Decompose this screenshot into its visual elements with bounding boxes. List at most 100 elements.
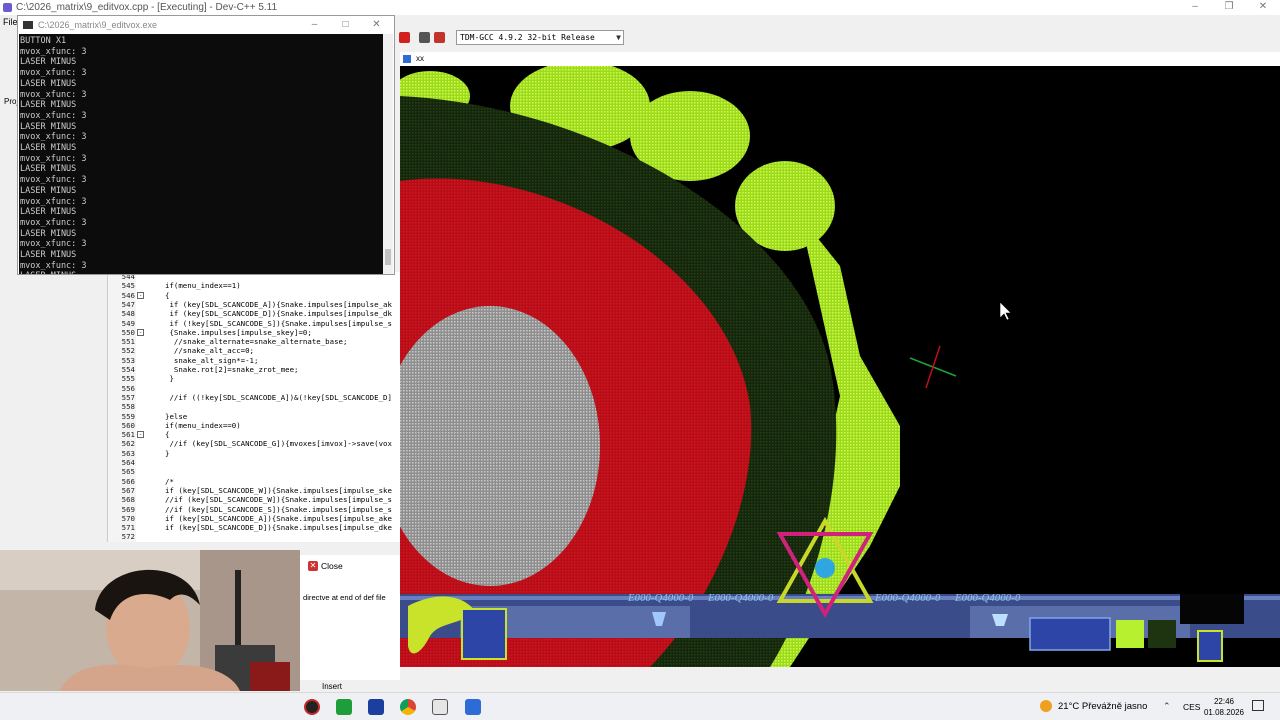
code-text: snake_alt_sign*=-1; [165, 355, 259, 365]
console-line: mvox_xfunc: 3 [20, 260, 87, 271]
hud-counter: E000-Q4000-0 [875, 593, 941, 604]
chrome-app-icon[interactable] [400, 699, 416, 715]
line-number: 571 [121, 523, 135, 533]
code-line: 546- { [108, 291, 400, 300]
hud-counter: E000-Q4000-0 [955, 593, 1021, 604]
code-text: { [165, 430, 170, 440]
fold-toggle-icon[interactable]: - [137, 291, 144, 299]
windows-taskbar: 21°C Převážně jasno ⌃ CES 22:46 01.08.20… [0, 692, 1280, 720]
console-line: LASER MINUS [20, 78, 77, 89]
line-number: 550 [121, 327, 135, 337]
voxel-scene [400, 66, 1280, 667]
code-line: 550- {Snake.impulses[impulse_skey]=0; [108, 328, 400, 337]
webcam-overlay [0, 550, 300, 691]
console-scrollbar[interactable] [383, 34, 393, 274]
input-language[interactable]: CES [1183, 693, 1200, 720]
console-line: LASER MINUS [20, 271, 384, 274]
game-window-title: xx [400, 52, 1280, 66]
code-line: 552 //snake_alt_acc=0; [108, 346, 400, 355]
code-text: //if (key[SDL_SCANCODE_G]){mvoxes[imvox]… [165, 439, 392, 449]
weather-widget[interactable]: 21°C Převážně jasno [1040, 693, 1147, 720]
debug-icon[interactable] [434, 32, 445, 43]
explorer-app-icon[interactable] [432, 699, 448, 715]
weather-text: 21°C Převážně jasno [1058, 701, 1148, 712]
compiler-select-value: TDM-GCC 4.9.2 32-bit Release [460, 33, 595, 42]
minimize-icon[interactable]: – [299, 16, 330, 34]
line-number: 557 [121, 392, 135, 402]
console-line: LASER MINUS [20, 100, 77, 111]
code-editor[interactable]: 544 545 if(menu_index==1) 546-{547 if (key[… [107, 272, 400, 542]
fold-toggle-icon[interactable]: - [137, 431, 144, 439]
insert-mode-status: Insert [322, 682, 343, 691]
code-text: if(menu_index==0) [165, 420, 241, 430]
clock[interactable]: 22:46 01.08.2026 [1203, 696, 1245, 718]
fold-toggle-icon[interactable]: - [137, 328, 144, 336]
console-line: LASER MINUS [20, 164, 77, 175]
tray-chevron-up-icon[interactable]: ⌃ [1163, 701, 1171, 712]
game-app-icon[interactable] [465, 699, 481, 715]
hud-grid-right [1029, 617, 1111, 651]
code-text: }else [165, 411, 188, 421]
minimize-icon[interactable]: – [1178, 0, 1212, 15]
devcpp-taskbar-icon[interactable] [368, 699, 384, 715]
menu-file[interactable]: File [0, 15, 18, 29]
code-line: 548 if (key[SDL_SCANCODE_D]){Snake.impul… [108, 309, 400, 318]
code-line: 554 Snake.rot[2]=snake_zrot_mee; [108, 365, 400, 374]
console-line: LASER MINUS [20, 185, 77, 196]
close-icon[interactable]: ✕ [1246, 0, 1280, 15]
code-text: } [165, 448, 170, 458]
console-line: LASER MINUS [20, 121, 77, 132]
code-line: 553 snake_alt_sign*=-1; [108, 356, 400, 365]
console-line: mvox_xfunc: 3 [20, 89, 87, 100]
stop-execution-icon[interactable] [399, 32, 410, 43]
code-line: 564 [108, 458, 400, 467]
code-text: //snake_alternate=snake_alternate_base; [165, 337, 348, 347]
console-title-text: C:\2026_matrix\9_editvox.exe [38, 20, 158, 30]
console-line: mvox_xfunc: 3 [20, 239, 87, 250]
notifications-icon[interactable] [1252, 700, 1264, 711]
game-viewport[interactable]: E000-Q4000-0 E000-Q4000-0 E000-Q4000-0 E… [400, 66, 1280, 667]
code-line: 562 //if (key[SDL_SCANCODE_G]){mvoxes[im… [108, 439, 400, 448]
line-number: 548 [121, 309, 135, 319]
code-text: } [165, 374, 174, 384]
code-line: 555 } [108, 374, 400, 383]
code-text: if (!key[SDL_SCANCODE_S]){Snake.impulses… [165, 318, 392, 328]
close-icon[interactable]: ✕ [361, 16, 392, 34]
ide-window-controls: – ❐ ✕ [1178, 0, 1280, 15]
clock-time: 22:46 [1213, 697, 1235, 706]
line-number: 568 [121, 495, 135, 505]
hud-grid-left [461, 608, 507, 660]
hud-status-dark [1148, 620, 1176, 648]
compiler-select[interactable]: TDM-GCC 4.9.2 32-bit Release ▼ [456, 30, 624, 45]
line-number: 556 [121, 383, 135, 393]
console-output: BUTTON X1 mvox_xfunc: 3 LASER MINUS mvox_xf… [19, 34, 384, 274]
close-button[interactable]: ✕ Close [307, 559, 367, 573]
ide-title-bar: C:\2026_matrix\9_editvox.cpp - [Executin… [0, 0, 1280, 15]
hud-display-black [1180, 594, 1244, 624]
obs-app-icon[interactable] [304, 699, 320, 715]
maximize-icon[interactable]: □ [330, 16, 361, 34]
close-icon: ✕ [308, 561, 318, 571]
code-text: //if (key[SDL_SCANCODE_W]){Snake.impulse… [165, 495, 392, 505]
code-line: 560 if(menu_index==0) [108, 421, 400, 430]
chart-icon[interactable] [419, 32, 430, 43]
code-text: if (key[SDL_SCANCODE_D]){Snake.impulses[… [165, 523, 392, 533]
console-window[interactable]: C:\2026_matrix\9_editvox.exe – □ ✕ BUTTO… [17, 15, 395, 275]
console-line: LASER MINUS [20, 57, 77, 68]
scrollbar-thumb[interactable] [385, 249, 391, 265]
console-line: mvox_xfunc: 3 [20, 68, 87, 79]
console-line: mvox_xfunc: 3 [20, 132, 87, 143]
console-line: mvox_xfunc: 3 [20, 110, 87, 121]
code-line: 551 //snake_alternate=snake_alternate_ba… [108, 337, 400, 346]
restore-icon[interactable]: ❐ [1212, 0, 1246, 15]
terminal-app-icon[interactable] [336, 699, 352, 715]
code-line: 545 if(menu_index==1) [108, 281, 400, 290]
line-number: 554 [121, 365, 135, 374]
console-line: BUTTON X1 [20, 36, 67, 46]
code-text: /* [165, 476, 174, 486]
compiler-log-panel [300, 555, 400, 680]
line-number: 547 [121, 299, 135, 309]
code-text: if (key[SDL_SCANCODE_D]){Snake.impulses[… [165, 309, 392, 319]
line-number: 564 [121, 458, 135, 467]
hud-counter: E000-Q4000-0 [628, 593, 694, 604]
